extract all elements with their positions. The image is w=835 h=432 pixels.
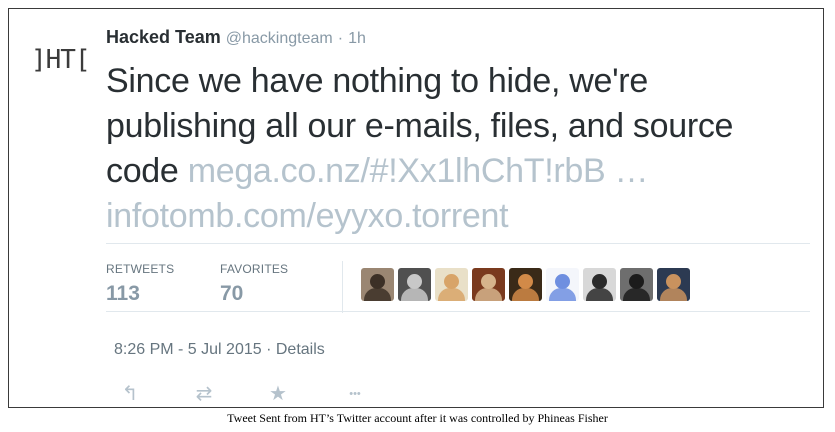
avatar-head-shape xyxy=(518,274,533,289)
avatar-body-shape xyxy=(660,288,687,301)
favoriter-avatar-7[interactable] xyxy=(583,268,616,301)
retweets-count: 113 xyxy=(106,282,140,305)
avatar-body-shape xyxy=(623,288,650,301)
tweet-link-mega[interactable]: mega.co.nz/#!Xx1lhChT!rbB … xyxy=(188,152,649,190)
favoriter-avatar-6[interactable] xyxy=(546,268,579,301)
more-icon[interactable]: ••• xyxy=(339,388,371,400)
tweet-timestamp: 8:26 PM - 5 Jul 2015 xyxy=(114,341,262,358)
avatar-head-shape xyxy=(444,274,459,289)
avatar-body-shape xyxy=(475,288,502,301)
favoriter-avatar-4[interactable] xyxy=(472,268,505,301)
avatar-head-shape xyxy=(555,274,570,289)
author-name[interactable]: Hacked Team xyxy=(106,27,221,47)
avatar-head-shape xyxy=(481,274,496,289)
figure-caption: Tweet Sent from HT’s Twitter account aft… xyxy=(227,411,608,425)
favoriter-avatar-5[interactable] xyxy=(509,268,542,301)
header-separator: · xyxy=(337,30,344,47)
avatar-head-shape xyxy=(407,274,422,289)
tweet-age[interactable]: 1h xyxy=(348,30,366,47)
avatar-body-shape xyxy=(549,288,576,301)
avatar-head-shape xyxy=(629,274,644,289)
tweet-card: ]HT[ Hacked Team @hackingteam · 1h Since… xyxy=(8,8,824,408)
avatar-body-shape xyxy=(401,288,428,301)
details-link[interactable]: Details xyxy=(276,341,325,358)
avatar-head-shape xyxy=(370,274,385,289)
favorites-stat[interactable]: FAVORITES 70 xyxy=(220,262,288,306)
stats-vertical-divider xyxy=(342,261,343,313)
retweet-icon[interactable]: ⇄ xyxy=(191,381,217,406)
favoriter-avatar-3[interactable] xyxy=(435,268,468,301)
favorites-label: FAVORITES xyxy=(220,262,289,276)
details-separator: · xyxy=(266,341,272,358)
favorites-count: 70 xyxy=(220,282,244,305)
author-handle[interactable]: @hackingteam xyxy=(226,30,333,47)
favoriter-avatar-8[interactable] xyxy=(620,268,653,301)
tweet-text: Since we have nothing to hide, we're pub… xyxy=(106,59,806,239)
avatar-body-shape xyxy=(364,288,391,301)
tweet-link-infotomb[interactable]: infotomb.com/eyyxo.torrent xyxy=(106,197,509,235)
favoriters-list xyxy=(361,268,690,301)
reply-icon[interactable]: ↰ xyxy=(117,381,143,406)
favoriter-avatar-1[interactable] xyxy=(361,268,394,301)
stats-bottom-divider xyxy=(106,311,810,312)
stats-top-divider xyxy=(106,243,810,244)
tweet-header: Hacked Team @hackingteam · 1h xyxy=(106,27,366,48)
tweet-actions: ↰ ⇄ ★ ••• xyxy=(117,381,371,406)
avatar-head-shape xyxy=(592,274,607,289)
avatar-body-shape xyxy=(512,288,539,301)
favorite-icon[interactable]: ★ xyxy=(265,381,291,406)
tweet-timestamp-line: 8:26 PM - 5 Jul 2015 · Details xyxy=(114,341,325,359)
avatar-body-shape xyxy=(438,288,465,301)
avatar-head-shape xyxy=(666,274,681,289)
favoriter-avatar-2[interactable] xyxy=(398,268,431,301)
retweets-stat[interactable]: RETWEETS 113 xyxy=(106,262,174,306)
favoriter-avatar-9[interactable] xyxy=(657,268,690,301)
author-avatar[interactable]: ]HT[ xyxy=(31,45,91,75)
retweets-label: RETWEETS xyxy=(106,262,175,276)
avatar-body-shape xyxy=(586,288,613,301)
